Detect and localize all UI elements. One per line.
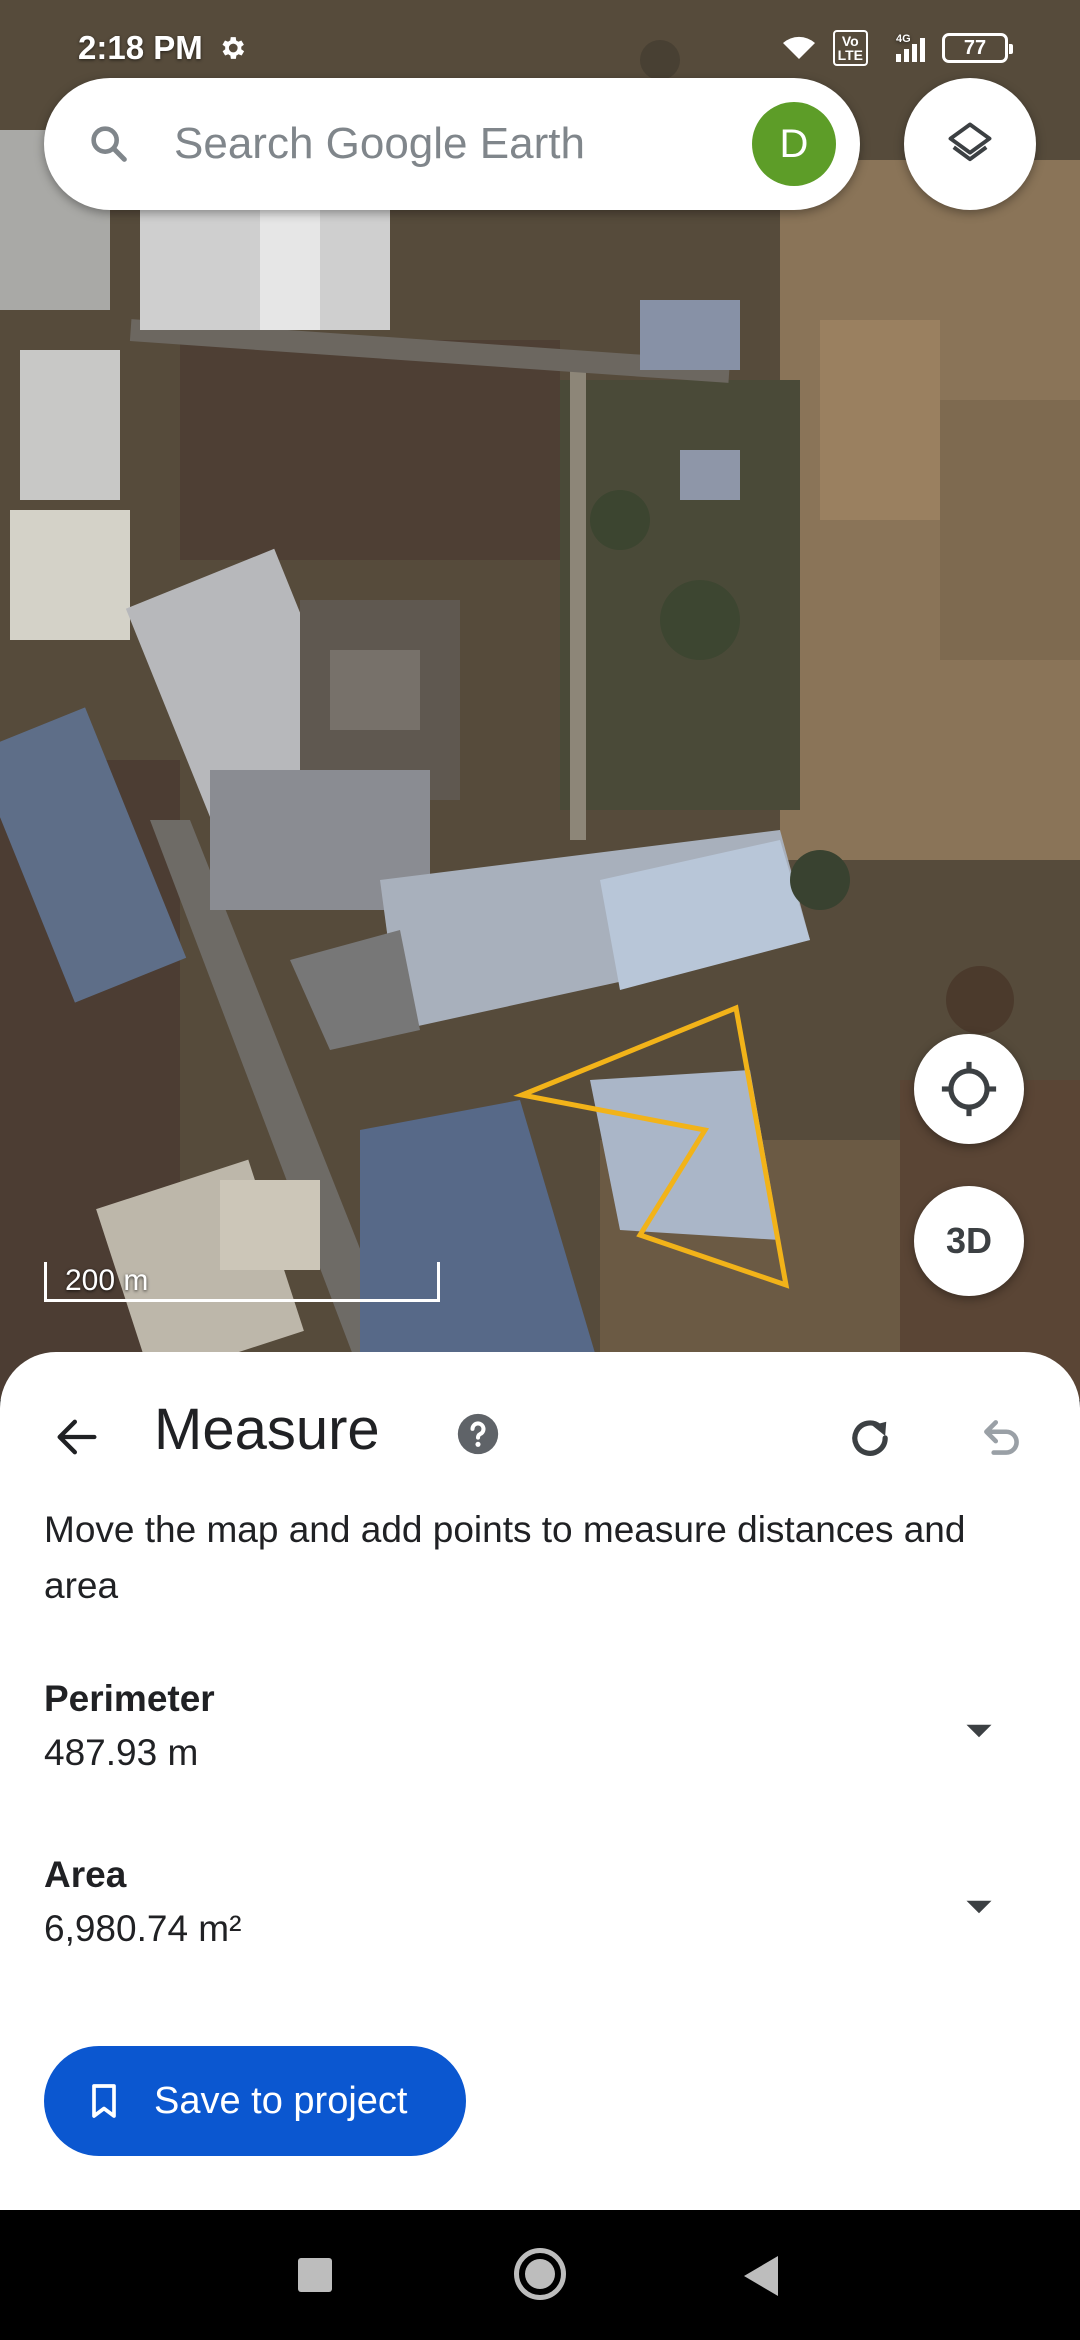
search-bar[interactable]: Search Google Earth D [44, 78, 860, 210]
scale-bar: 200 m [44, 1262, 440, 1302]
perimeter-label: Perimeter [44, 1678, 215, 1719]
measure-instructions: Move the map and add points to measure d… [44, 1509, 966, 1606]
save-to-project-label: Save to project [154, 2079, 408, 2122]
svg-text:4G: 4G [896, 33, 911, 45]
satellite-map[interactable]: 2:18 PM Vo LTE 4G 77 Search Google Earth… [0, 0, 1080, 1400]
account-avatar[interactable]: D [752, 102, 836, 186]
arrow-back-icon [57, 1419, 97, 1455]
dropdown-icon[interactable] [954, 1706, 1004, 1756]
measure-sheet: Measure Move the map and add points to m… [0, 1352, 1080, 2210]
wifi-icon [782, 36, 815, 59]
layers-button[interactable] [904, 78, 1036, 210]
save-to-project-button[interactable]: Save to project [44, 2046, 466, 2156]
back-button[interactable] [40, 1400, 114, 1474]
3d-toggle-button[interactable]: 3D [914, 1186, 1024, 1296]
search-placeholder: Search Google Earth [174, 119, 585, 168]
dropdown-icon[interactable] [954, 1882, 1004, 1932]
page-title: Measure [154, 1397, 380, 1462]
my-location-button[interactable] [914, 1034, 1024, 1144]
battery-indicator: 77 [942, 33, 1013, 63]
redo-button[interactable] [840, 1408, 900, 1468]
undo-icon [984, 1420, 1019, 1455]
bookmark-icon [92, 2084, 116, 2118]
scale-label: 200 m [65, 1264, 149, 1297]
area-row[interactable]: Area 6,980.74 m² [44, 1854, 1004, 1964]
search-icon [91, 126, 127, 162]
undo-button[interactable] [972, 1408, 1032, 1468]
screen: 2:18 PM Vo LTE 4G 77 Search Google Earth… [0, 0, 1080, 2340]
perimeter-value: 487.93 m [44, 1732, 199, 1773]
system-back-button[interactable] [744, 2256, 778, 2296]
perimeter-row[interactable]: Perimeter 487.93 m [44, 1678, 1004, 1788]
area-value: 6,980.74 m² [44, 1908, 242, 1949]
measure-header: Measure [0, 1352, 1080, 1502]
system-nav-bar [0, 2210, 1080, 2340]
settings-gear-icon [222, 37, 244, 59]
redo-icon [852, 1420, 888, 1456]
help-icon[interactable] [456, 1412, 500, 1456]
signal-icon: 4G [896, 33, 925, 62]
volte-badge: Vo LTE [832, 30, 868, 66]
home-button[interactable] [514, 2248, 566, 2300]
area-label: Area [44, 1854, 127, 1895]
layers-icon [948, 122, 992, 162]
my-location-icon [941, 1061, 997, 1117]
satellite-imagery [0, 0, 1080, 1400]
status-time: 2:18 PM [78, 29, 203, 66]
recents-button[interactable] [298, 2258, 332, 2292]
